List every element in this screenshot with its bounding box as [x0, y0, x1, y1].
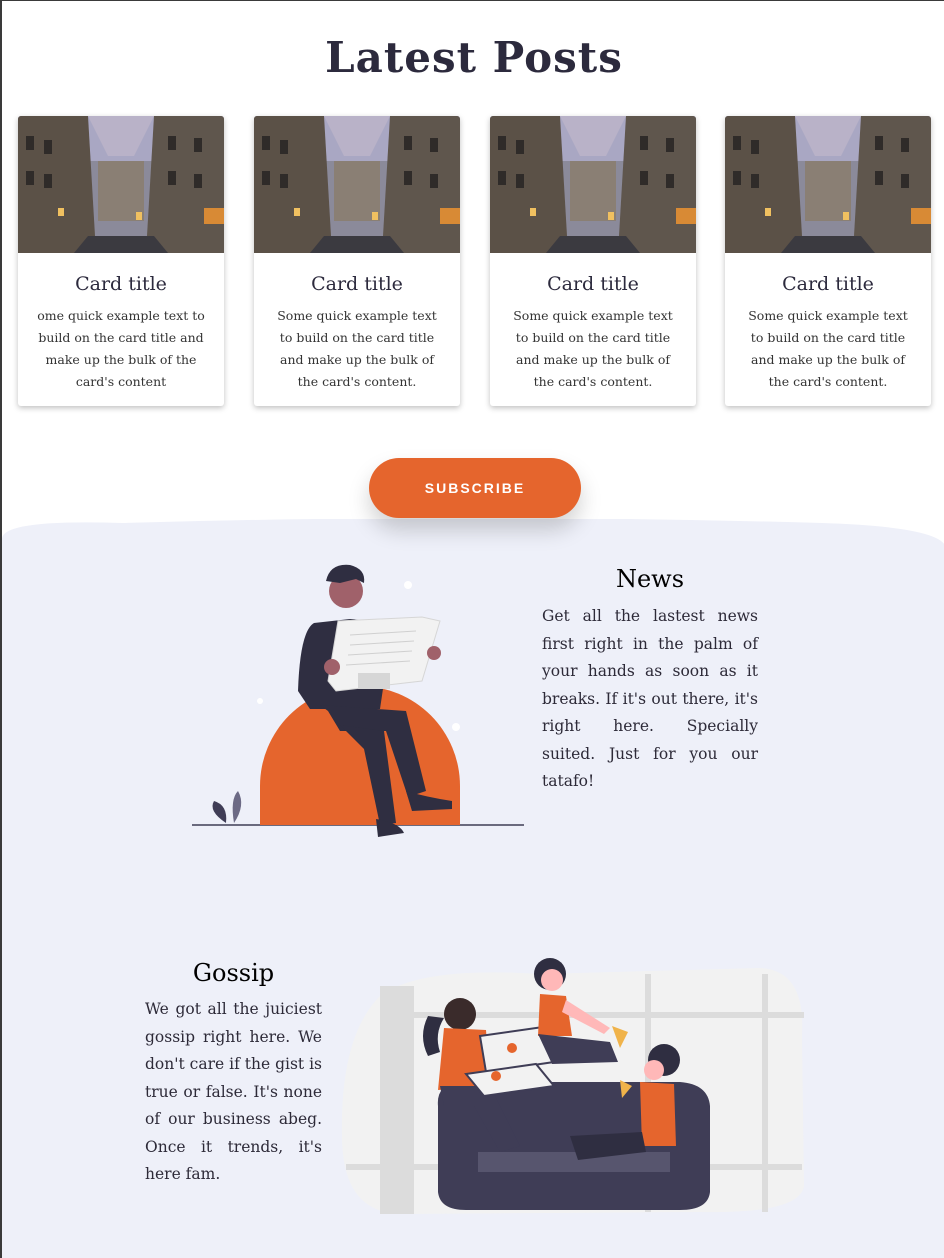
card-title: Card title — [547, 273, 639, 295]
card-image — [18, 116, 224, 253]
friends-pizza-illustration — [341, 958, 804, 1214]
card-image — [254, 116, 460, 253]
card-text: Some quick example text to build on the … — [748, 308, 908, 389]
card-text: Some quick example text to build on the … — [513, 308, 673, 389]
post-card[interactable]: Card title Some quick example text to bu… — [725, 116, 931, 406]
post-card[interactable]: Card title ome quick example text to bui… — [18, 116, 224, 406]
latest-posts-cards: Card title ome quick example text to bui… — [18, 116, 932, 408]
card-text: ome quick example text to build on the c… — [37, 308, 205, 389]
news-title: News — [615, 565, 685, 593]
card-text: Some quick example text to build on the … — [277, 308, 437, 389]
subscribe-button[interactable]: SUBSCRIBE — [369, 458, 581, 518]
card-title: Card title — [782, 273, 874, 295]
reading-news-illustration — [192, 564, 524, 837]
post-card[interactable]: Card title Some quick example text to bu… — [254, 116, 460, 406]
card-image — [490, 116, 696, 253]
post-card[interactable]: Card title Some quick example text to bu… — [490, 116, 696, 406]
gossip-text: We got all the juiciest gossip right her… — [145, 1000, 322, 1183]
card-image — [725, 116, 931, 253]
page-title: Latest Posts — [325, 33, 623, 82]
card-title: Card title — [75, 273, 167, 295]
card-title: Card title — [311, 273, 403, 295]
news-text: Get all the lastest news first right in … — [542, 607, 758, 790]
gossip-title: Gossip — [192, 959, 275, 987]
